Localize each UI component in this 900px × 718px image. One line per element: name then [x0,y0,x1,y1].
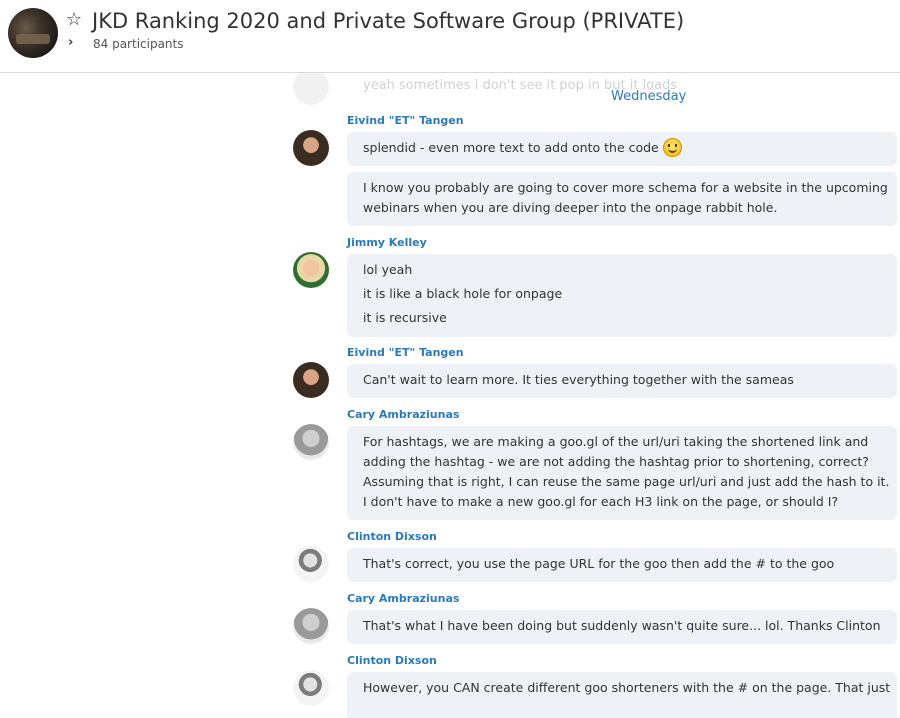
sender-name[interactable]: Eivind "ET" Tangen [347,114,464,128]
message-list[interactable]: yeah sometimes i don't see it pop in but… [0,73,900,718]
message-bubble: That's correct, you use the page URL for… [347,548,897,582]
message-bubble: lol yeah it is like a black hole for onp… [347,254,897,337]
conversation-title: JKD Ranking 2020 and Private Software Gr… [92,9,685,33]
message-bubble: For hashtags, we are making a goo.gl of … [347,426,897,520]
avatar-clinton-dixson[interactable] [293,546,329,582]
avatar-eivind-tangen[interactable] [293,130,329,166]
avatar-jimmy-kelley[interactable] [293,252,329,288]
star-icon[interactable]: ☆ [66,10,84,30]
message-text: it is like a black hole for onpage [363,286,563,301]
message-text: However, you CAN create different goo sh… [363,680,891,695]
sender-name[interactable]: Clinton Dixson [347,530,437,544]
sender-name[interactable]: Cary Ambraziunas [347,592,459,606]
avatar [293,73,329,105]
sender-name[interactable]: Eivind "ET" Tangen [347,346,464,360]
message-bubble: I know you probably are going to cover m… [347,172,897,226]
message-text: I know you probably are going to cover m… [363,180,888,195]
smiley-icon [662,138,682,157]
message-text: splendid - even more text to add onto th… [363,140,659,155]
message-bubble: That's what I have been doing but sudden… [347,610,897,644]
avatar-eivind-tangen[interactable] [293,362,329,398]
message-text: That's correct, you use the page URL for… [363,556,835,571]
message-bubble: Can't wait to learn more. It ties everyt… [347,364,897,398]
message-text: Can't wait to learn more. It ties everyt… [363,372,794,387]
chat-header: ☆ JKD Ranking 2020 and Private Software … [0,0,900,73]
chevron-right-icon[interactable]: › [68,36,80,50]
message-text: it is recursive [363,310,447,325]
sender-name[interactable]: Clinton Dixson [347,654,437,668]
group-avatar[interactable] [8,8,58,58]
date-divider: Wednesday [611,89,687,104]
message-text: webinars when you are diving deeper into… [363,200,778,215]
avatar-cary-ambraziunas[interactable] [293,608,329,644]
message-bubble: However, you CAN create different goo sh… [347,672,897,718]
message-text: adding the hashtag - we are not adding t… [363,454,869,469]
participants-count[interactable]: 84 participants [93,37,184,52]
avatar-cary-ambraziunas[interactable] [293,424,329,460]
message-text: lol yeah [363,262,413,277]
message-text: That's what I have been doing but sudden… [363,618,881,633]
message-text: For hashtags, we are making a goo.gl of … [363,434,869,449]
sender-name[interactable]: Cary Ambraziunas [347,408,459,422]
message-text: I don't have to make a new goo.gl for ea… [363,494,839,509]
avatar-clinton-dixson[interactable] [293,670,329,706]
message-text: Assuming that is right, I can reuse the … [363,474,890,489]
sender-name[interactable]: Jimmy Kelley [347,236,427,250]
message-bubble: splendid - even more text to add onto th… [347,132,897,166]
